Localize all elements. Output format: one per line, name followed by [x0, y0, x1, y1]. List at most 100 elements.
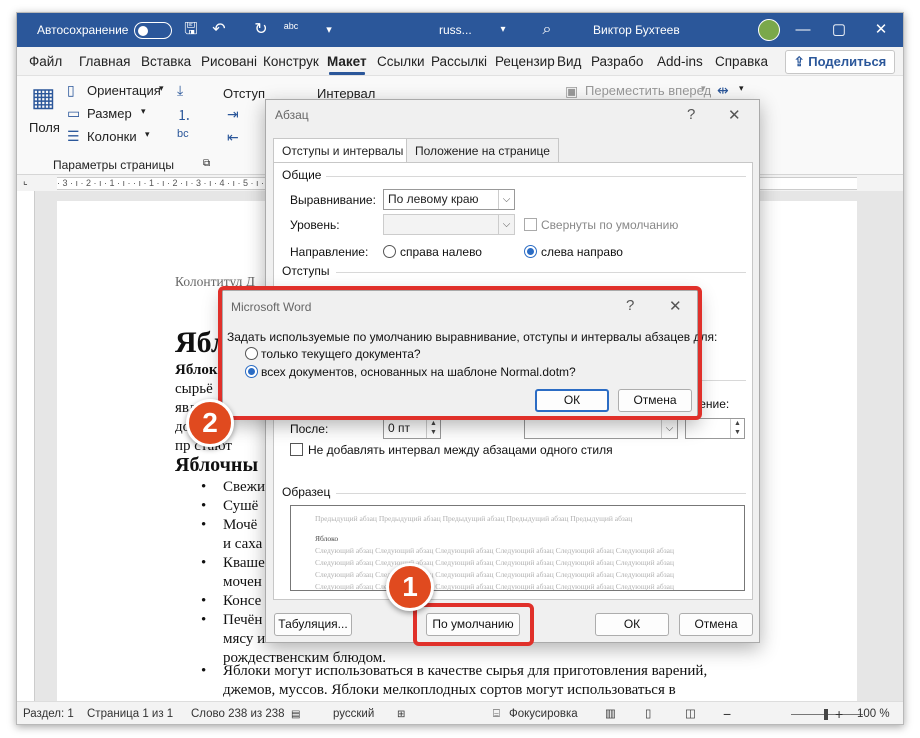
tab-2[interactable]: Вставка [141, 47, 191, 75]
indents-section-label: Отступы [282, 264, 330, 278]
dialog-help-button[interactable]: ? [687, 106, 695, 123]
close-window-button[interactable]: ✕ [859, 13, 903, 47]
tabs-button[interactable]: Табуляция... [274, 613, 352, 636]
list-item: Яблоки могут использоваться в качестве с… [223, 663, 708, 679]
margins-label[interactable]: Поля [29, 120, 60, 135]
align-icon[interactable]: ⇹ [717, 82, 729, 99]
tab-10[interactable]: Разрабо [591, 47, 643, 75]
tab-7[interactable]: Рассылкі [431, 47, 487, 75]
tab-page-position[interactable]: Положение на странице [406, 138, 559, 162]
undo-icon[interactable]: ↶ [207, 17, 231, 43]
search-icon[interactable]: ⌕ [535, 17, 559, 43]
doc-name-chevron-icon[interactable]: ▾ [491, 17, 515, 43]
zoom-in-button[interactable]: + [835, 702, 843, 724]
columns-button[interactable]: Колонки [87, 129, 137, 144]
list-item: Сушё [223, 498, 259, 514]
bring-forward-button[interactable]: Переместить вперед [585, 83, 711, 98]
bullet-marker: • [201, 593, 207, 609]
cancel-button[interactable]: Отмена [679, 613, 753, 636]
spinner-arrows-icon[interactable]: ▲ ▼ [730, 419, 744, 438]
tab-6[interactable]: Ссылки [377, 47, 425, 75]
step-badge-2: 2 [186, 399, 234, 447]
proofing-icon[interactable]: ▤ [291, 702, 300, 724]
after-label: После: [290, 422, 329, 436]
focus-icon[interactable]: ⌸ [493, 702, 500, 724]
alignment-select[interactable]: По левому краю ⌵ [383, 189, 515, 210]
indent-label: Отступ [223, 86, 266, 101]
breaks-icon[interactable]: ⤓ [177, 82, 183, 99]
spellcheck-icon[interactable]: abc [279, 17, 303, 43]
zoom-level[interactable]: 100 % [857, 702, 890, 724]
tab-1[interactable]: Главная [79, 47, 130, 75]
bring-forward-chevron-icon[interactable]: ▾ [701, 83, 706, 94]
list-item: джемов, муссов. Яблоки мелкоплодных сорт… [223, 682, 676, 698]
zoom-slider-thumb[interactable] [824, 709, 828, 720]
doc-line: сырьё [175, 381, 213, 397]
line-numbers-icon[interactable]: ⒈ [177, 105, 191, 125]
web-layout-icon[interactable]: ◫ [685, 702, 696, 724]
page-setup-launcher-icon[interactable]: ⧉ [203, 158, 210, 169]
highlight-default-button [413, 603, 534, 646]
no-space-label: Не добавлять интервал между абзацами одн… [308, 443, 613, 457]
direction-label: Направление: [290, 245, 369, 259]
orientation-chevron-icon[interactable]: ▾ [159, 83, 164, 94]
zoom-out-button[interactable]: − [723, 702, 731, 724]
collapsed-checkbox[interactable] [524, 218, 537, 231]
status-page[interactable]: Страница 1 из 1 [87, 702, 173, 724]
tab-11[interactable]: Add-ins [657, 47, 703, 75]
columns-chevron-icon[interactable]: ▾ [145, 129, 150, 140]
status-language[interactable]: русский [333, 702, 374, 724]
spinner-arrows-icon[interactable]: ▲ ▼ [426, 419, 440, 438]
margins-icon[interactable]: ▦ [31, 82, 56, 112]
tab-8[interactable]: Рецензир [495, 47, 555, 75]
ltr-radio[interactable] [524, 245, 537, 258]
level-select[interactable]: ⌵ [383, 214, 515, 235]
share-label: Поделиться [808, 54, 887, 69]
list-item: и саха [223, 536, 263, 552]
tab-0[interactable]: Файл [29, 47, 62, 75]
orientation-button[interactable]: Ориентация [87, 83, 161, 98]
bullet-marker: • [201, 479, 207, 495]
accessibility-icon[interactable]: ⊞ [397, 702, 405, 724]
share-icon: ⇪ [793, 54, 809, 69]
status-words[interactable]: Слово 238 из 238 [191, 702, 285, 724]
size-button[interactable]: Размер [87, 106, 132, 121]
hyphenation-icon[interactable]: bc [177, 128, 189, 140]
autosave-toggle[interactable] [134, 22, 172, 39]
tab-4[interactable]: Конструк [263, 47, 319, 75]
bullet-marker: • [201, 517, 207, 533]
avatar[interactable] [758, 19, 780, 41]
restore-button[interactable]: ▢ [817, 13, 861, 47]
align-chevron-icon[interactable]: ▾ [739, 83, 744, 94]
after-spinner[interactable]: 0 пт ▲ ▼ [383, 418, 441, 439]
dialog-close-button[interactable]: ✕ [728, 106, 741, 124]
document-name: russ... [439, 23, 472, 37]
tab-5[interactable]: Макет [327, 47, 367, 75]
value-spinner[interactable]: ▲ ▼ [685, 418, 745, 439]
rtl-radio[interactable] [383, 245, 396, 258]
more-commands-icon[interactable]: ▾ [317, 17, 341, 43]
focus-button[interactable]: Фокусировка [509, 702, 578, 724]
save-icon[interactable]: 🖫 [179, 17, 203, 43]
divider [336, 272, 746, 273]
tab-indents-spacing[interactable]: Отступы и интервалы [273, 138, 413, 163]
read-mode-icon[interactable]: ▥ [605, 702, 616, 724]
tab-selector-icon[interactable]: ⌞ [23, 176, 28, 187]
size-chevron-icon[interactable]: ▾ [141, 106, 146, 117]
orientation-icon: ▯ [67, 82, 75, 98]
redo-icon[interactable]: ↻ [249, 17, 273, 43]
preview-next-line: Следующий абзац Следующий абзац Следующи… [315, 558, 675, 567]
status-section[interactable]: Раздел: 1 [23, 702, 74, 724]
status-bar: Раздел: 1 Страница 1 из 1 Слово 238 из 2… [17, 701, 903, 724]
print-layout-icon[interactable]: ▯ [645, 702, 651, 724]
after-value: 0 пт [388, 421, 411, 435]
tab-3[interactable]: Рисовані [201, 47, 257, 75]
line-spacing-select[interactable]: ⌵ [524, 418, 678, 439]
chevron-down-icon: ⌵ [661, 419, 677, 438]
tab-9[interactable]: Вид [557, 47, 581, 75]
no-space-checkbox[interactable] [290, 443, 303, 456]
share-button[interactable]: ⇪ Поделиться [785, 50, 895, 74]
ok-button[interactable]: ОК [595, 613, 669, 636]
columns-icon: ☰ [67, 128, 80, 144]
tab-12[interactable]: Справка [715, 47, 768, 75]
